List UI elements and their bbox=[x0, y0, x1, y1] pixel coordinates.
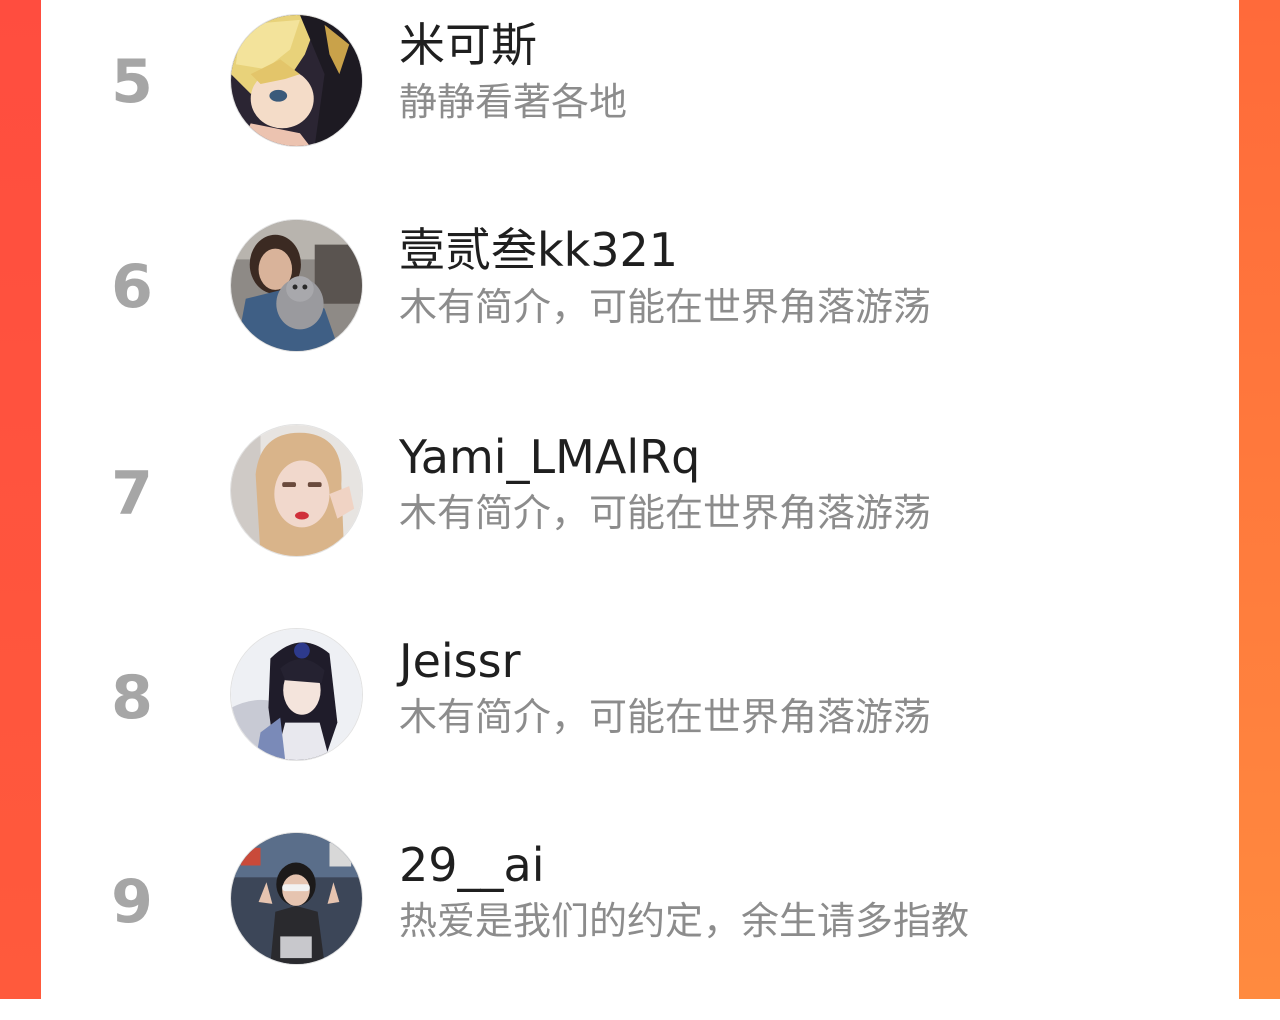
user-bio: 热爱是我们的约定，余生请多指教 bbox=[399, 899, 970, 943]
user-bio: 木有简介，可能在世界角落游荡 bbox=[399, 285, 932, 329]
rank-number: 5 bbox=[111, 47, 153, 117]
girl-sunglasses-peace-sign-avatar-icon[interactable] bbox=[230, 832, 363, 965]
ranking-list-item[interactable]: 8 Jeissr 木有简介，可能在世界角落游荡 bbox=[41, 612, 1239, 816]
user-name[interactable]: 壹贰叁kk321 bbox=[399, 222, 678, 278]
rank-number: 8 bbox=[111, 663, 153, 733]
ranking-list-item[interactable]: 9 29__ai 热爱是我们的约定，余生请多指教 bbox=[41, 816, 1239, 1020]
user-name[interactable]: 29__ai bbox=[399, 837, 545, 893]
ranking-list-item[interactable]: 6 壹贰叁kk321 木有简介，可能在世界角落游荡 bbox=[41, 204, 1239, 408]
user-name[interactable]: 米可斯 bbox=[399, 17, 537, 73]
ranking-list-panel: 5 米可斯 静静看著各地 6 壹贰叁kk321 木有简介，可能在世界角落游荡 7… bbox=[41, 0, 1239, 999]
ranking-list-item[interactable]: 7 Yami_LMAlRq 木有简介，可能在世界角落游荡 bbox=[41, 408, 1239, 612]
rank-number: 7 bbox=[111, 459, 153, 529]
user-bio: 静静看著各地 bbox=[399, 80, 628, 124]
user-name[interactable]: Jeissr bbox=[399, 633, 521, 689]
right-gradient-border bbox=[1239, 0, 1280, 999]
rank-number: 6 bbox=[111, 252, 153, 322]
left-gradient-border bbox=[0, 0, 41, 999]
anime-dark-hair-man-avatar-icon[interactable] bbox=[230, 628, 363, 761]
blonde-girl-selfie-avatar-icon[interactable] bbox=[230, 424, 363, 557]
ranking-list-item[interactable]: 5 米可斯 静静看著各地 bbox=[41, 0, 1239, 204]
user-bio: 木有简介，可能在世界角落游荡 bbox=[399, 695, 932, 739]
anime-blond-boy-avatar-icon[interactable] bbox=[230, 14, 363, 147]
woman-holding-cat-avatar-icon[interactable] bbox=[230, 219, 363, 352]
rank-number: 9 bbox=[111, 867, 153, 937]
user-bio: 木有简介，可能在世界角落游荡 bbox=[399, 491, 932, 535]
user-name[interactable]: Yami_LMAlRq bbox=[399, 429, 700, 485]
